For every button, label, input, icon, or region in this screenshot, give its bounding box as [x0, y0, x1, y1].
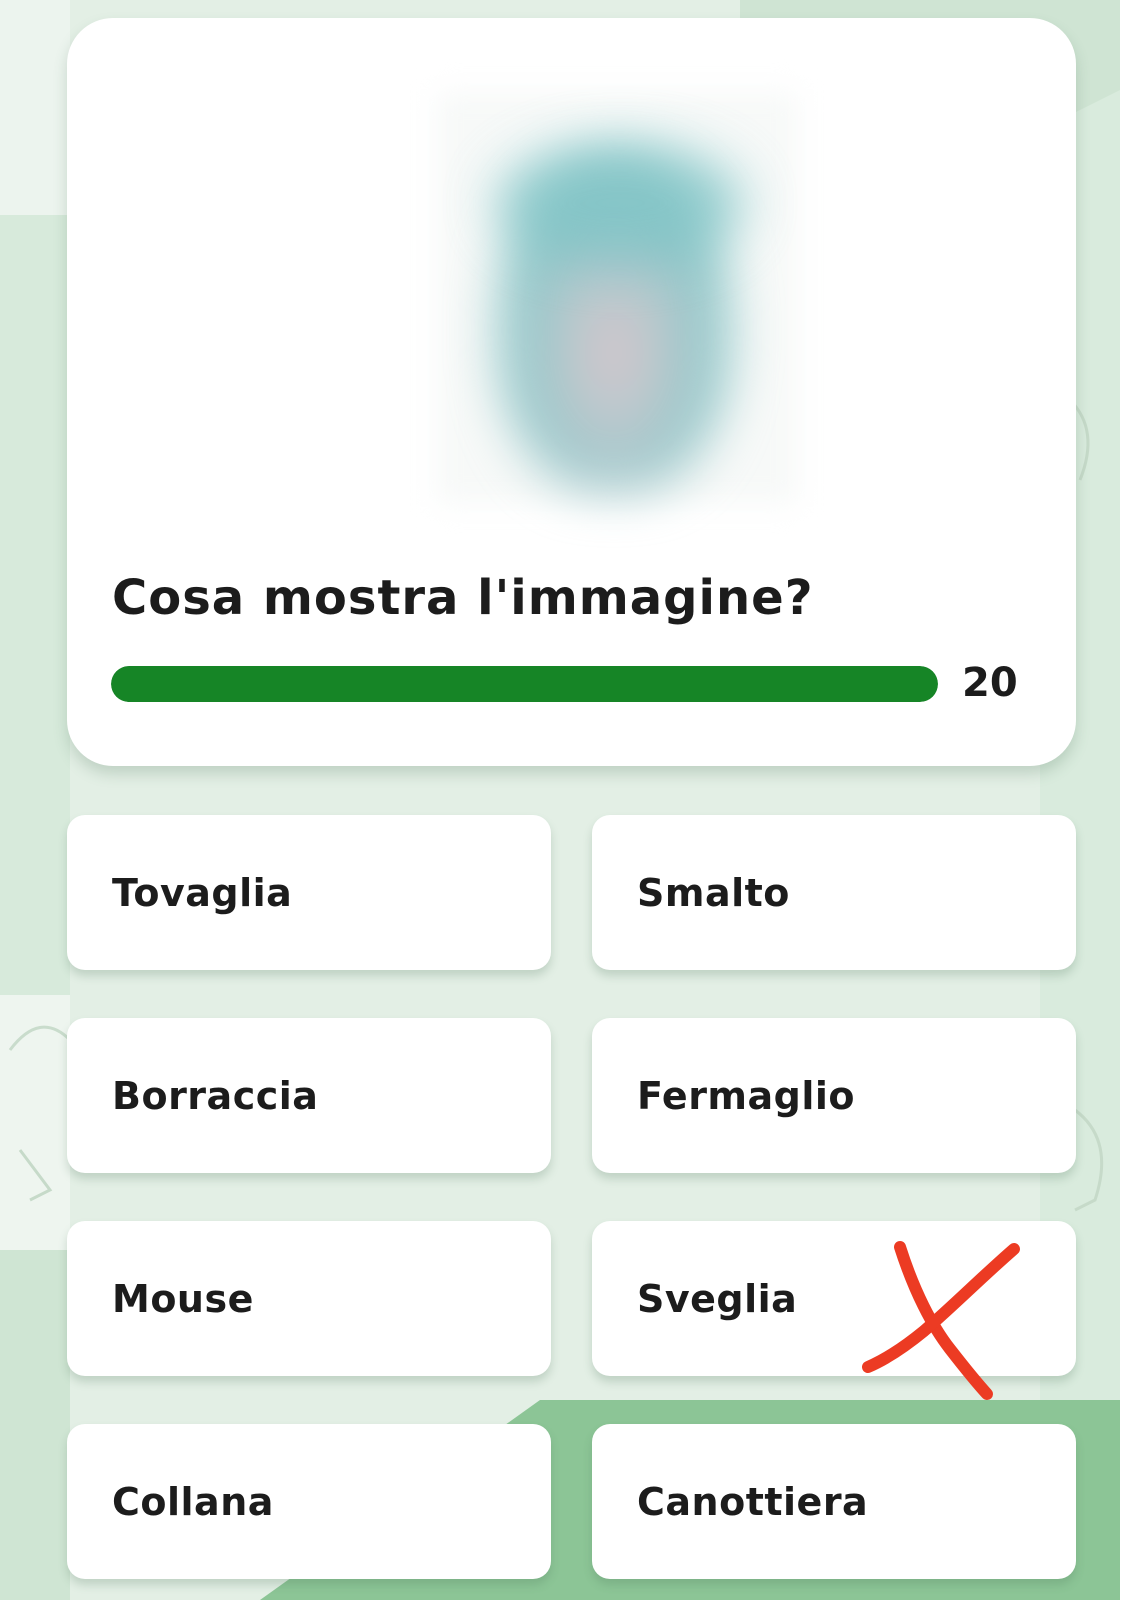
- answer-label: Mouse: [112, 1276, 254, 1321]
- right-edge: [1120, 0, 1144, 1600]
- answer-label: Sveglia: [637, 1276, 798, 1321]
- answer-option-mouse[interactable]: Mouse: [67, 1221, 551, 1376]
- timer-value: 20: [962, 660, 1018, 706]
- answer-option-smalto[interactable]: Smalto: [592, 815, 1076, 970]
- answer-label: Borraccia: [112, 1073, 319, 1118]
- answer-option-canottiera[interactable]: Canottiera: [592, 1424, 1076, 1579]
- answer-label: Smalto: [637, 870, 790, 915]
- answer-label: Tovaglia: [112, 870, 293, 915]
- timer-bar-fill: [111, 666, 938, 702]
- question-text: Cosa mostra l'immagine?: [112, 570, 814, 626]
- answer-options: Tovaglia Smalto Borraccia Fermaglio Mous…: [67, 815, 1076, 1581]
- quiz-image: [417, 73, 817, 513]
- answer-label: Collana: [112, 1479, 274, 1524]
- timer-bar: [111, 666, 938, 702]
- answer-label: Fermaglio: [637, 1073, 856, 1118]
- question-card: Cosa mostra l'immagine? 20: [67, 18, 1076, 766]
- answer-option-tovaglia[interactable]: Tovaglia: [67, 815, 551, 970]
- answer-option-sveglia[interactable]: Sveglia: [592, 1221, 1076, 1400]
- answer-option-collana[interactable]: Collana: [67, 1424, 551, 1579]
- cross-icon: [862, 1241, 1020, 1400]
- answer-label: Canottiera: [637, 1479, 869, 1524]
- answer-option-borraccia[interactable]: Borraccia: [67, 1018, 551, 1173]
- answer-option-fermaglio[interactable]: Fermaglio: [592, 1018, 1076, 1173]
- blurred-object-top: [495, 143, 745, 263]
